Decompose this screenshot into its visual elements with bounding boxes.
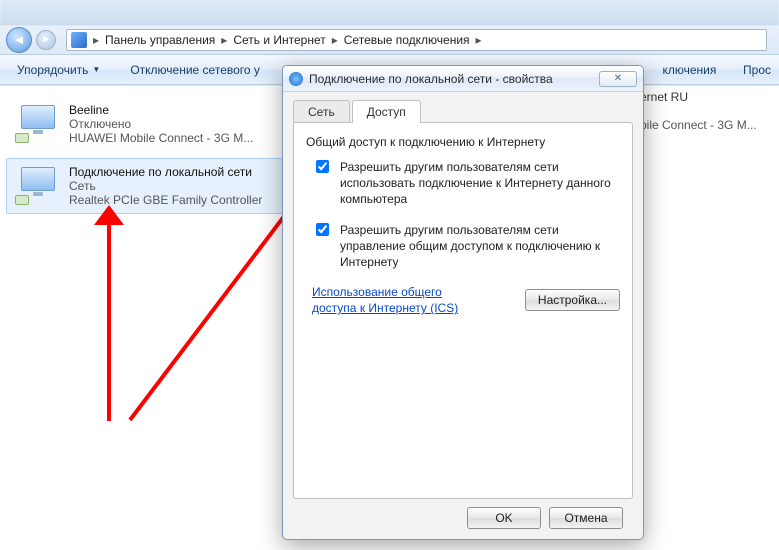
breadcrumb-item-network-connections[interactable]: Сетевые подключения [338,33,476,47]
tab-access[interactable]: Доступ [352,100,421,123]
breadcrumb[interactable]: ▸ Панель управления ▸ Сеть и Интернет ▸ … [66,29,767,51]
disable-device-label: Отключение сетевого у [130,63,260,77]
allow-sharing-checkbox[interactable] [316,160,329,173]
organize-label: Упорядочить [17,63,88,77]
nav-back-button[interactable]: ◄ [6,27,32,53]
connection-item[interactable]: ernet RU bile Connect - 3G M... [640,90,757,132]
network-adapter-icon [15,165,59,205]
group-title: Общий доступ к подключению к Интернету [306,135,620,149]
allow-control-checkbox[interactable] [316,223,329,236]
connection-device: HUAWEI Mobile Connect - 3G M... [69,131,253,145]
connection-state: Сеть [69,179,262,193]
disable-device-button[interactable]: Отключение сетевого у [121,59,269,81]
ics-help-link[interactable]: Использование общего доступа к Интернету… [312,284,482,316]
properties-dialog: Подключение по локальной сети - свойства… [282,65,644,540]
settings-button[interactable]: Настройка... [525,289,620,311]
toolbar-overflow: ключения Прос [662,63,771,77]
tab-label: Доступ [367,105,406,119]
chevron-right-icon: ▸ [476,33,482,47]
connection-item[interactable]: Beeline Отключено HUAWEI Mobile Connect … [6,96,294,152]
allow-control-label: Разрешить другим пользователям сети упра… [340,222,620,271]
nav-forward-button[interactable]: ► [36,30,56,50]
tab-label: Сеть [308,105,335,119]
breadcrumb-item-network-internet[interactable]: Сеть и Интернет [227,33,331,47]
dialog-titlebar[interactable]: Подключение по локальной сети - свойства… [283,66,643,92]
chevron-down-icon: ▼ [92,65,100,74]
connections-list: Beeline Отключено HUAWEI Mobile Connect … [0,86,300,550]
organize-button[interactable]: Упорядочить ▼ [8,59,109,81]
tab-panel-access: Общий доступ к подключению к Интернету Р… [293,122,633,499]
cancel-button[interactable]: Отмена [549,507,623,529]
breadcrumb-item-control-panel[interactable]: Панель управления [99,33,221,47]
connection-device: bile Connect - 3G M... [640,118,757,132]
connection-name: Beeline [69,103,253,117]
connection-name: ernet RU [640,90,757,104]
close-button[interactable]: ✕ [599,71,637,87]
dialog-title: Подключение по локальной сети - свойства [309,72,553,86]
control-panel-icon [71,32,87,48]
tab-strip: Сеть Доступ [293,100,633,123]
tab-network[interactable]: Сеть [293,100,350,123]
connection-item[interactable]: Подключение по локальной сети Сеть Realt… [6,158,294,214]
dialog-actions: OK Отмена [293,499,633,539]
connection-name: Подключение по локальной сети [69,165,262,179]
network-adapter-icon [15,103,59,143]
window-titlebar [0,0,779,25]
close-icon: ✕ [614,73,622,84]
address-bar: ◄ ► ▸ Панель управления ▸ Сеть и Интерне… [0,25,779,55]
connection-device: Realtek PCIe GBE Family Controller [69,193,262,207]
allow-sharing-label: Разрешить другим пользователям сети испо… [340,159,620,208]
network-icon [289,72,303,86]
connection-state: Отключено [69,117,253,131]
ok-button[interactable]: OK [467,507,541,529]
